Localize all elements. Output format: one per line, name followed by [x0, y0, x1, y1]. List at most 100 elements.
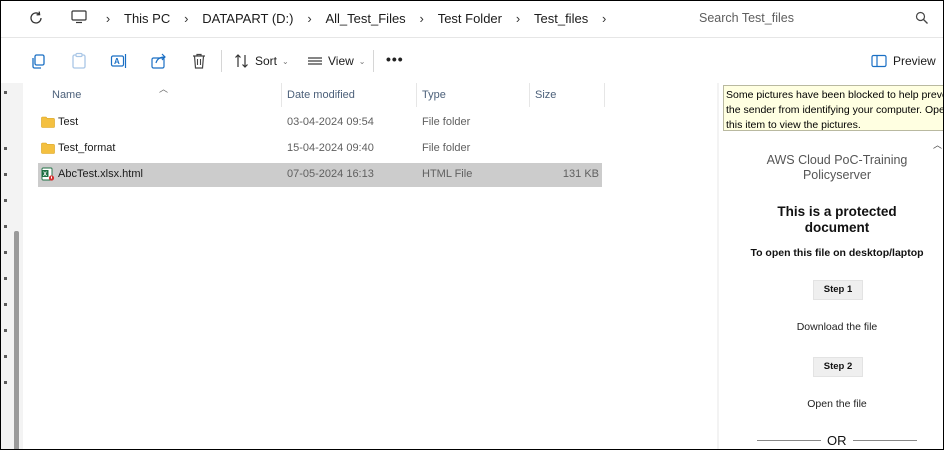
- sort-ascending-icon: ︿: [159, 84, 169, 94]
- breadcrumb-all-test-files[interactable]: All_Test_Files: [320, 11, 410, 26]
- column-header-size[interactable]: Size: [535, 89, 556, 101]
- protected-heading-line: document: [804, 220, 870, 235]
- nav-pane-marker: [4, 199, 7, 202]
- excel-html-icon: X: [41, 167, 55, 181]
- document-title: AWS Cloud PoC-Training Policyserver: [719, 153, 943, 183]
- file-date: 15-04-2024 09:40: [287, 142, 374, 154]
- nav-pane-marker: [4, 329, 7, 332]
- breadcrumb-this-pc[interactable]: This PC: [119, 11, 175, 26]
- nav-scrollbar[interactable]: [14, 231, 19, 449]
- file-type: HTML File: [422, 168, 473, 180]
- file-date: 03-04-2024 09:54: [287, 116, 374, 128]
- step-1-button[interactable]: Step 1: [813, 280, 863, 300]
- column-divider[interactable]: [416, 83, 417, 107]
- nav-pane-marker: [4, 277, 7, 280]
- explorer-window: › This PC › DATAPART (D:) › All_Test_Fil…: [0, 0, 944, 450]
- preview-pane-icon: [871, 54, 887, 68]
- breadcrumb-datapart[interactable]: DATAPART (D:): [197, 11, 298, 26]
- address-bar-row: › This PC › DATAPART (D:) › All_Test_Fil…: [1, 1, 943, 35]
- sort-icon: [235, 54, 248, 68]
- view-icon: [308, 57, 322, 65]
- column-headers: ︿ Name Date modified Type Size: [23, 83, 717, 107]
- infobar-line: Some pictures have been blocked to help …: [726, 89, 944, 101]
- preview-pane: Some pictures have been blocked to help …: [717, 83, 943, 449]
- blocked-pictures-infobar[interactable]: Some pictures have been blocked to help …: [723, 85, 944, 131]
- or-divider-text: OR: [827, 433, 847, 448]
- breadcrumb: › This PC › DATAPART (D:) › All_Test_Fil…: [97, 1, 615, 35]
- sort-label: Sort: [255, 54, 278, 68]
- refresh-icon[interactable]: [27, 9, 45, 27]
- preview-document[interactable]: Some pictures have been blocked to help …: [719, 83, 943, 449]
- preview-label: Preview: [893, 54, 936, 68]
- file-row-test[interactable]: Test 03-04-2024 09:54 File folder: [38, 111, 602, 135]
- chevron-right-icon[interactable]: ›: [507, 11, 529, 26]
- file-type: File folder: [422, 116, 471, 128]
- file-size: 131 KB: [562, 168, 599, 180]
- sort-button[interactable]: Sort ⌄: [234, 50, 289, 72]
- breadcrumb-test-files[interactable]: Test_files: [529, 11, 593, 26]
- chevron-right-icon[interactable]: ›: [593, 11, 615, 26]
- file-name: Test: [58, 116, 79, 128]
- svg-text:A: A: [114, 57, 120, 66]
- chevron-right-icon[interactable]: ›: [411, 11, 433, 26]
- folder-icon: [41, 142, 55, 154]
- document-title-line: Policyserver: [802, 168, 872, 182]
- chevron-right-icon[interactable]: ›: [298, 11, 320, 26]
- step-2-text: Open the file: [807, 398, 867, 410]
- toolbar-divider: [373, 50, 374, 72]
- view-button[interactable]: View ⌄: [307, 50, 366, 72]
- chevron-down-icon: ⌄: [282, 56, 289, 66]
- scroll-up-icon[interactable]: ︿: [933, 138, 942, 151]
- column-header-type[interactable]: Type: [422, 89, 446, 101]
- column-header-date[interactable]: Date modified: [287, 89, 355, 101]
- nav-pane-marker: [4, 251, 7, 254]
- nav-pane-marker: [4, 173, 7, 176]
- preview-pane-button[interactable]: Preview: [871, 50, 936, 72]
- nav-pane-marker: [4, 355, 7, 358]
- nav-pane-marker: [4, 91, 7, 94]
- svg-text:X: X: [43, 172, 47, 178]
- or-divider-right: [853, 440, 917, 441]
- paste-icon[interactable]: [70, 52, 88, 70]
- share-icon[interactable]: [150, 52, 168, 70]
- rename-icon[interactable]: A: [110, 52, 128, 70]
- infobar-line: the sender from identifying your compute…: [726, 104, 944, 116]
- breadcrumb-test-folder[interactable]: Test Folder: [433, 11, 507, 26]
- column-divider[interactable]: [604, 83, 605, 107]
- view-label: View: [328, 54, 354, 68]
- protected-heading: This is a protected document: [719, 204, 943, 236]
- or-divider-left: [757, 440, 821, 441]
- nav-pane-marker: [4, 225, 7, 228]
- search-input[interactable]: Search Test_files: [685, 5, 939, 31]
- search-icon[interactable]: [915, 11, 929, 25]
- column-header-name[interactable]: Name: [52, 89, 81, 101]
- file-name: Test_format: [58, 142, 116, 154]
- file-row-abctest[interactable]: X AbcTest.xlsx.html 07-05-2024 16:13 HTM…: [38, 163, 602, 187]
- command-bar: A Sort ⌄ View ⌄ ••• Preview: [1, 37, 943, 85]
- column-divider[interactable]: [529, 83, 530, 107]
- chevron-down-icon: ⌄: [358, 56, 366, 66]
- document-title-line: AWS Cloud PoC-Training: [766, 153, 908, 167]
- file-date: 07-05-2024 16:13: [287, 168, 374, 180]
- navigation-pane[interactable]: [1, 83, 24, 449]
- chevron-right-icon[interactable]: ›: [175, 11, 197, 26]
- step-2-button[interactable]: Step 2: [813, 357, 863, 377]
- nav-pane-marker: [4, 147, 7, 150]
- nav-pane-marker: [4, 303, 7, 306]
- file-row-test-format[interactable]: Test_format 15-04-2024 09:40 File folder: [38, 137, 602, 161]
- folder-icon: [41, 116, 55, 128]
- nav-pane-marker: [4, 381, 7, 384]
- column-divider[interactable]: [281, 83, 282, 107]
- step-1-text: Download the file: [796, 321, 878, 333]
- file-type: File folder: [422, 142, 471, 154]
- protected-heading-line: This is a protected: [777, 204, 897, 219]
- file-name: AbcTest.xlsx.html: [58, 168, 143, 180]
- copy-icon[interactable]: [30, 52, 48, 70]
- toolbar-divider: [221, 50, 222, 72]
- chevron-right-icon[interactable]: ›: [97, 11, 119, 26]
- delete-icon[interactable]: [190, 52, 208, 70]
- infobar-line: this item to view the pictures.: [726, 119, 861, 131]
- more-options-button[interactable]: •••: [386, 51, 404, 67]
- file-list: ︿ Name Date modified Type Size Test 03-0…: [23, 83, 717, 449]
- this-pc-icon[interactable]: [71, 10, 87, 24]
